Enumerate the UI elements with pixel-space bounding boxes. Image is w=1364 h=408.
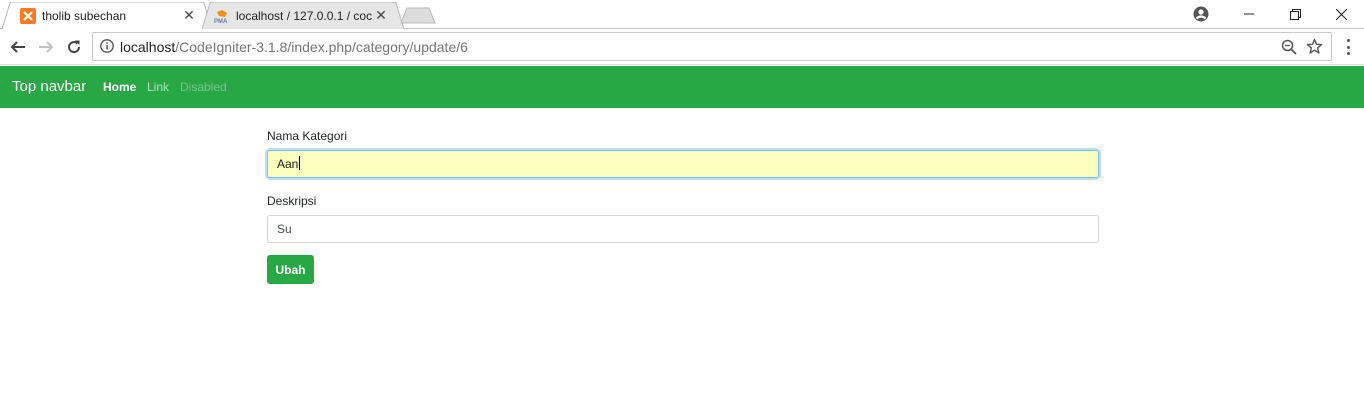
forward-button[interactable] xyxy=(36,37,56,57)
top-navbar: Top navbar Home Link Disabled xyxy=(0,66,1364,108)
new-tab-button[interactable] xyxy=(400,7,436,24)
svg-text:PMA: PMA xyxy=(214,19,228,24)
tab-title: tholib subechan xyxy=(42,9,127,23)
url-path: /CodeIgniter-3.1.8/index.php/category/up… xyxy=(175,39,468,55)
browser-menu-icon[interactable] xyxy=(1341,39,1355,55)
deskripsi-value: Su xyxy=(277,222,292,236)
bookmark-star-icon[interactable] xyxy=(1306,38,1323,55)
address-bar[interactable]: localhost/CodeIgniter-3.1.8/index.php/ca… xyxy=(92,32,1332,61)
url-host: localhost xyxy=(120,39,176,55)
back-arrow-icon xyxy=(10,41,25,53)
reload-icon xyxy=(68,40,81,54)
site-info-icon[interactable] xyxy=(100,39,114,53)
nav-link-home[interactable]: Home xyxy=(103,80,136,94)
navbar-brand[interactable]: Top navbar xyxy=(12,78,86,95)
tab-title: localhost / 127.0.0.1 / coc xyxy=(236,9,372,23)
nama-kategori-input[interactable]: Aan xyxy=(267,150,1099,178)
xampp-icon xyxy=(20,8,36,24)
nav-link-disabled: Disabled xyxy=(180,80,227,94)
phpmyadmin-icon: PMA xyxy=(214,8,230,25)
text-caret xyxy=(299,156,301,170)
reload-button[interactable] xyxy=(64,37,84,57)
forward-arrow-icon xyxy=(39,41,54,53)
deskripsi-input[interactable]: Su xyxy=(267,215,1099,243)
tab-close-icon[interactable]: ✕ xyxy=(374,8,388,22)
minimize-button[interactable] xyxy=(1226,0,1272,28)
browser-tab-active[interactable]: tholib subechan ✕ xyxy=(2,2,212,29)
nama-kategori-value: Aan xyxy=(277,157,299,171)
zoom-icon[interactable] xyxy=(1281,39,1297,55)
nama-kategori-label: Nama Kategori xyxy=(267,129,348,143)
browser-tab-inactive[interactable]: PMA localhost / 127.0.0.1 / coc ✕ xyxy=(202,2,404,29)
minimize-icon xyxy=(1244,13,1254,15)
back-button[interactable] xyxy=(8,37,28,57)
restore-icon xyxy=(1289,8,1301,20)
browser-toolbar: localhost/CodeIgniter-3.1.8/index.php/ca… xyxy=(0,29,1364,65)
tab-close-icon[interactable]: ✕ xyxy=(182,8,196,22)
nav-link-link[interactable]: Link xyxy=(147,80,169,94)
browser-tabstrip: tholib subechan ✕ PMA localhost / 127.0.… xyxy=(0,0,1364,30)
deskripsi-label: Deskripsi xyxy=(267,194,317,208)
address-url: localhost/CodeIgniter-3.1.8/index.php/ca… xyxy=(120,39,468,55)
profile-icon[interactable] xyxy=(1193,6,1209,22)
ubah-button[interactable]: Ubah xyxy=(267,255,314,284)
restore-button[interactable] xyxy=(1272,0,1318,28)
close-icon xyxy=(1335,8,1347,20)
close-window-button[interactable] xyxy=(1318,0,1364,28)
